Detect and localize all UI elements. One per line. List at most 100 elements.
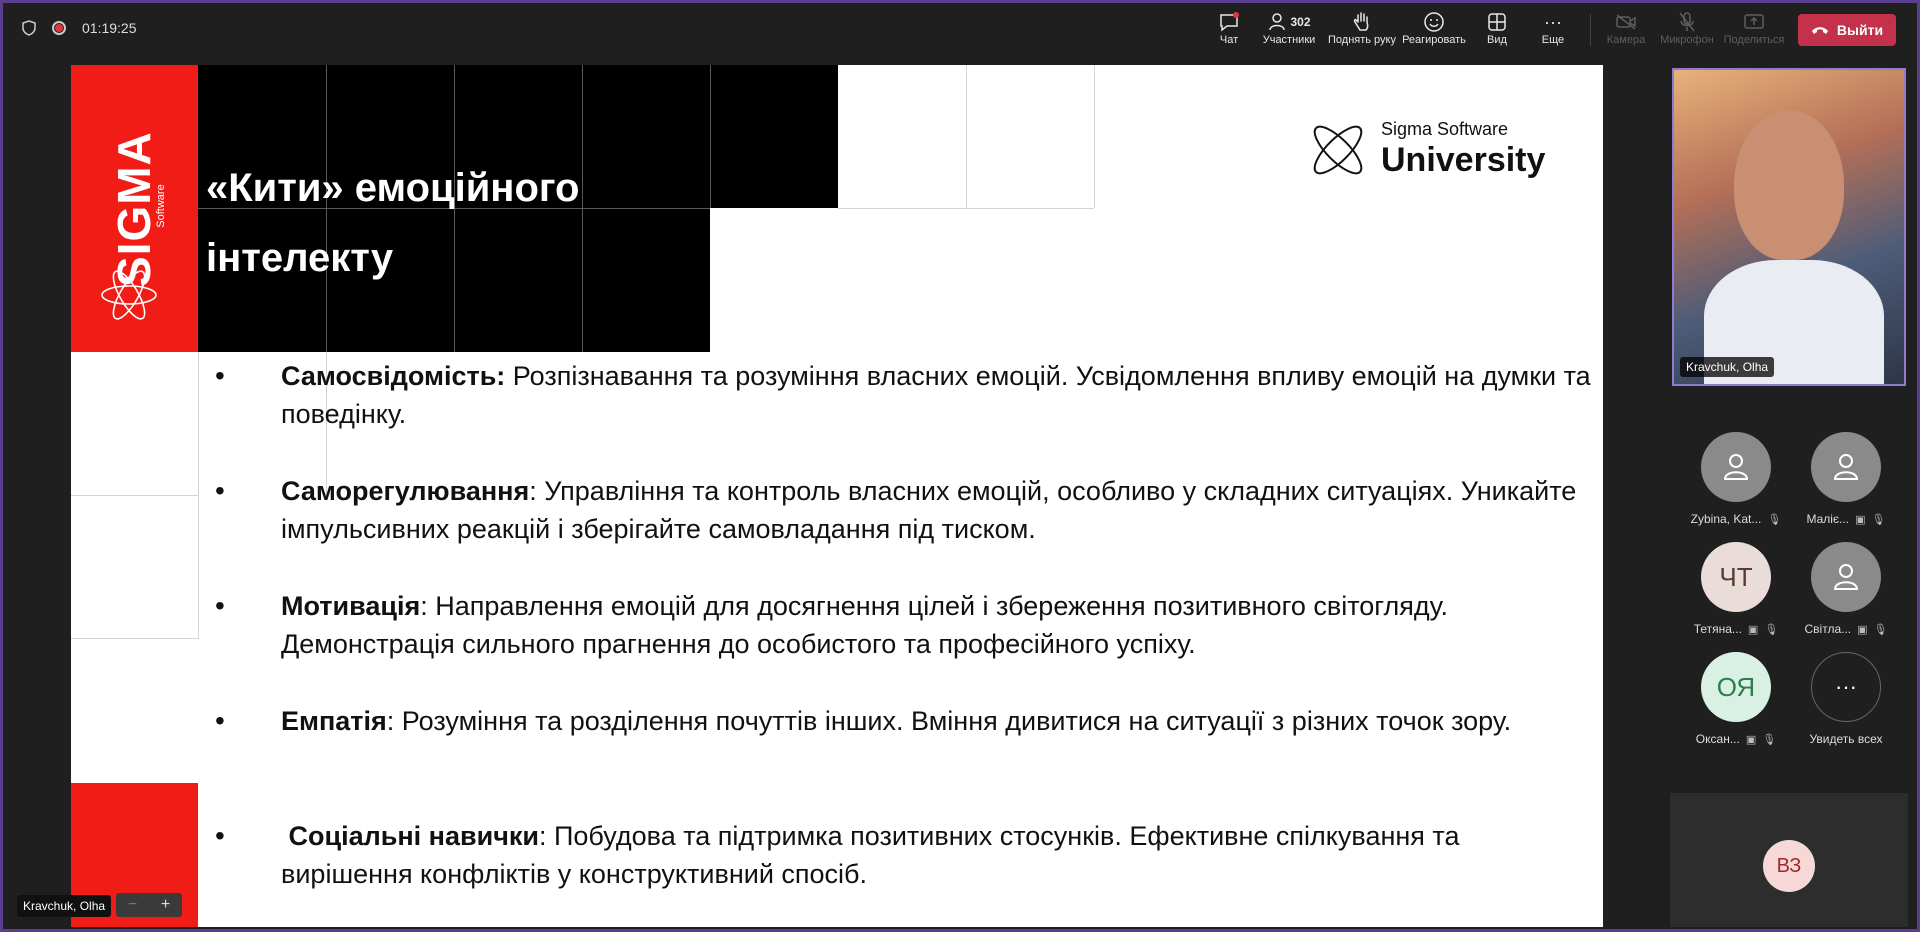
participants-label: Участники xyxy=(1262,34,1316,46)
avatar-initials: ОЯ xyxy=(1701,652,1771,722)
camera-off-icon: ▣ xyxy=(1747,624,1759,636)
bullet-list: Самосвідомість: Розпізнавання та розумін… xyxy=(215,357,1595,927)
avatar xyxy=(1701,432,1771,502)
participant-name: Оксан... xyxy=(1695,732,1740,746)
atom-logo-icon xyxy=(101,270,157,320)
participant-tile[interactable]: Маліє... ▣ 🎙︎ xyxy=(1796,432,1896,532)
participant-tile[interactable]: ОЯ Оксан... ▣ 🎙︎ xyxy=(1686,652,1786,752)
hand-icon xyxy=(1326,10,1398,34)
mic-off-icon: 🎙︎ xyxy=(1767,514,1782,526)
university-line1: Sigma Software xyxy=(1381,119,1509,139)
bullet-term: Емпатія xyxy=(281,706,387,736)
bullet-item: Саморегулювання: Управління та контроль … xyxy=(215,472,1595,587)
mic-off-icon: 🎙︎ xyxy=(1873,624,1888,636)
chat-button[interactable]: Чат xyxy=(1198,10,1260,46)
toolbar-divider xyxy=(1590,14,1591,46)
participant-tile[interactable]: Світла... ▣ 🎙︎ xyxy=(1796,542,1896,642)
logo-sub-text: Software xyxy=(155,184,167,228)
zoom-in-button[interactable]: + xyxy=(161,896,170,914)
raise-hand-button[interactable]: Поднять руку xyxy=(1326,10,1398,46)
presenter-name-tag: Kravchuk, Olha xyxy=(17,895,112,917)
bullet-item: Мотивація: Направлення емоцій для досягн… xyxy=(215,587,1595,702)
more-button[interactable]: ··· Еще xyxy=(1522,10,1584,47)
camera-off-icon xyxy=(1595,10,1657,34)
camera-button[interactable]: Камера xyxy=(1595,10,1657,46)
meeting-timer: 01:19:25 xyxy=(82,20,137,36)
see-all-label: Увидеть всех xyxy=(1809,732,1883,746)
chat-label: Чат xyxy=(1219,34,1239,46)
meeting-status: 01:19:25 xyxy=(22,20,137,36)
participants-count: 302 xyxy=(1290,15,1311,29)
shield-icon xyxy=(22,20,36,36)
more-icon: ··· xyxy=(1544,11,1562,32)
react-label: Реагировать xyxy=(1402,34,1466,46)
presentation-slide: SIGMA Software «Кити» емоційного інтелек… xyxy=(71,65,1603,927)
atom-logo-icon xyxy=(1313,125,1363,175)
bullet-item: Самосвідомість: Розпізнавання та розумін… xyxy=(215,357,1595,472)
slide-title: «Кити» емоційного інтелекту xyxy=(206,153,579,293)
share-icon xyxy=(1722,10,1786,34)
grid-line xyxy=(710,65,711,208)
react-button[interactable]: Реагировать xyxy=(1400,10,1468,46)
person-icon xyxy=(1723,454,1749,480)
self-video-tile[interactable]: ВЗ xyxy=(1670,793,1908,927)
logo-brand-text: SIGMA xyxy=(108,131,160,287)
mic-off-icon: 🎙︎ xyxy=(1764,624,1779,636)
share-button[interactable]: Поделиться xyxy=(1722,10,1786,46)
slide-title-line2: інтелекту xyxy=(206,236,394,280)
more-icon: ··· xyxy=(1811,652,1881,722)
participant-tile[interactable]: Zybina, Kat... 🎙︎ xyxy=(1686,432,1786,532)
participant-name: Тетяна... xyxy=(1693,622,1742,636)
chat-icon xyxy=(1198,10,1260,34)
leave-button[interactable]: Выйти xyxy=(1798,14,1896,46)
hangup-icon xyxy=(1811,27,1828,34)
see-all-button[interactable]: ··· Увидеть всех xyxy=(1796,652,1896,752)
meeting-toolbar: 01:19:25 Чат 302 Участники Поднять руку … xyxy=(0,0,1920,60)
camera-off-icon: ▣ xyxy=(1857,624,1868,636)
avatar xyxy=(1811,542,1881,612)
mic-label: Микрофон xyxy=(1660,34,1714,46)
grid-line xyxy=(198,352,199,639)
microphone-button[interactable]: Микрофон xyxy=(1656,10,1718,46)
grid-line xyxy=(966,65,967,208)
mic-off-icon: 🎙︎ xyxy=(1871,514,1886,526)
bullet-term: Мотивація xyxy=(281,591,421,621)
university-line2: University xyxy=(1381,141,1546,179)
participants-button[interactable]: 302 Участники xyxy=(1258,10,1320,46)
grid-line xyxy=(71,495,198,496)
grid-icon xyxy=(1466,10,1528,34)
camera-label: Камера xyxy=(1606,34,1646,46)
view-label: Вид xyxy=(1487,34,1507,46)
more-label: Еще xyxy=(1541,34,1565,46)
bullet-text: : Розуміння та розділення почуттів інших… xyxy=(386,706,1512,736)
view-button[interactable]: Вид xyxy=(1466,10,1528,46)
zoom-out-button[interactable]: − xyxy=(128,896,137,914)
self-avatar: ВЗ xyxy=(1763,840,1815,892)
person-icon xyxy=(1833,454,1859,480)
share-label: Поделиться xyxy=(1723,34,1785,46)
people-icon xyxy=(1269,13,1286,31)
bullet-term: Соціальні навички xyxy=(281,821,539,851)
sigma-logo: SIGMA Software xyxy=(89,105,179,335)
smile-icon xyxy=(1400,10,1468,34)
zoom-controls: − + xyxy=(116,893,182,917)
participant-tile[interactable]: ЧТ Тетяна... ▣ 🎙︎ xyxy=(1686,542,1786,642)
participant-name: Zybina, Kat... xyxy=(1690,512,1762,526)
grid-line xyxy=(1094,65,1095,208)
participant-name: Світла... xyxy=(1804,622,1852,636)
grid-line xyxy=(838,208,1094,209)
bullet-term: Самосвідомість: xyxy=(281,361,506,391)
participant-name: Маліє... xyxy=(1806,512,1850,526)
mic-off-icon: 🎙︎ xyxy=(1762,734,1777,746)
video-name-tag: Kravchuk, Olha xyxy=(1680,357,1775,377)
raise-hand-label: Поднять руку xyxy=(1328,34,1396,46)
speaker-video-tile[interactable]: Kravchuk, Olha xyxy=(1672,68,1906,386)
mic-off-icon xyxy=(1656,10,1718,34)
bullet-item: Соціальні навички: Побудова та підтримка… xyxy=(215,817,1595,927)
participants-icon-row: 302 xyxy=(1258,10,1320,34)
avatar xyxy=(1811,432,1881,502)
leave-label: Выйти xyxy=(1836,22,1884,38)
camera-off-icon: ▣ xyxy=(1855,514,1866,526)
person-icon xyxy=(1833,564,1859,590)
camera-off-icon: ▣ xyxy=(1745,734,1757,746)
